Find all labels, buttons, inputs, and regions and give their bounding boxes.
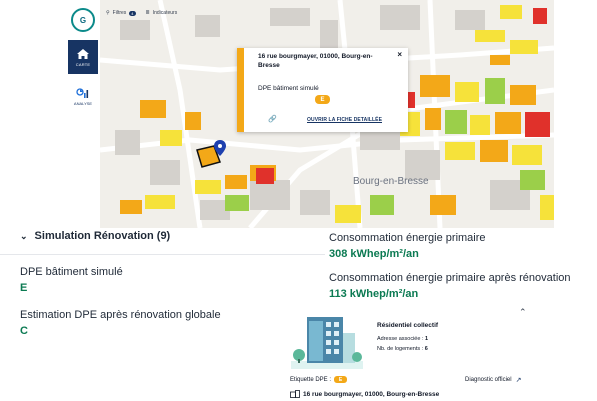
logements-row: Nb. de logements : 6 bbox=[377, 346, 428, 352]
indicators-label: Indicateurs bbox=[152, 10, 178, 16]
estimation-value: C bbox=[20, 325, 28, 337]
external-link-icon: ↗ bbox=[515, 377, 522, 384]
estimation-label: Estimation DPE après rénovation globale bbox=[20, 309, 221, 321]
popup-close-icon[interactable]: × bbox=[397, 50, 402, 59]
building-type: Résidentiel collectif bbox=[377, 322, 439, 329]
adresse-value: 1 bbox=[425, 336, 429, 342]
dpe-simule-label: DPE bâtiment simulé bbox=[20, 266, 123, 278]
app-logo[interactable]: G bbox=[71, 8, 95, 32]
left-rail: G CARTE ANALYSE bbox=[68, 8, 98, 112]
etiquette-label: Etiquette DPE : bbox=[290, 376, 332, 383]
link-icon[interactable]: 🔗 bbox=[268, 115, 277, 123]
filters-label: Filtres bbox=[112, 10, 127, 16]
logements-label: Nb. de logements : bbox=[377, 346, 424, 352]
popup-dpe-badge: E bbox=[315, 95, 330, 104]
building-popup: 16 rue bourgmayer, 01000, Bourg-en-Bress… bbox=[237, 48, 408, 132]
divider bbox=[0, 254, 325, 255]
map-view[interactable]: ⚲ Filtres 4 ≣ Indicateurs Bourg-en-Bress… bbox=[100, 0, 554, 228]
popup-address: 16 rue bourgmayer, 01000, Bourg-en-Bress… bbox=[258, 53, 373, 69]
collapse-card-icon[interactable]: ⌃ bbox=[519, 307, 527, 318]
etiquette-row: Etiquette DPE : E bbox=[290, 376, 348, 383]
card-address-row: 16 rue bourgmayer, 01000, Bourg-en-Bress… bbox=[290, 390, 439, 398]
map-toolbar: ⚲ Filtres 4 ≣ Indicateurs bbox=[106, 6, 177, 20]
building-illustration bbox=[291, 317, 363, 369]
indicators-button[interactable]: ≣ Indicateurs bbox=[146, 10, 178, 16]
map-place-label: Bourg-en-Bresse bbox=[353, 176, 429, 187]
dpe-simule-value: E bbox=[20, 282, 28, 294]
open-detail-link[interactable]: OUVRIR LA FICHE DETAILLÉE bbox=[307, 117, 382, 123]
nav-carte[interactable]: CARTE bbox=[68, 40, 98, 74]
conso-label: Consommation énergie primaire bbox=[329, 232, 486, 244]
nav-analyse[interactable]: ANALYSE bbox=[68, 80, 98, 112]
chevron-down-icon: ⌄ bbox=[20, 230, 28, 241]
card-address: 16 rue bourgmayer, 01000, Bourg-en-Bress… bbox=[303, 390, 440, 398]
diagnostic-link[interactable]: Diagnostic officiel ↗ bbox=[465, 376, 521, 384]
home-icon bbox=[77, 48, 89, 59]
popup-dpe-label: DPE bâtiment simulé bbox=[258, 85, 319, 92]
diagnostic-label: Diagnostic officiel bbox=[465, 377, 512, 383]
filter-icon: ⚲ bbox=[106, 10, 110, 16]
building-icon bbox=[290, 390, 300, 398]
adresse-row: Adresse associée : 1 bbox=[377, 336, 428, 342]
nav-analyse-label: ANALYSE bbox=[73, 100, 93, 106]
chart-icon bbox=[76, 87, 89, 98]
adresse-label: Adresse associée : bbox=[377, 336, 424, 342]
layers-icon: ≣ bbox=[145, 10, 150, 16]
filters-count-badge: 4 bbox=[129, 10, 136, 16]
simulation-title: Simulation Rénovation (9) bbox=[34, 230, 171, 242]
conso-value: 308 kWhep/m²/an bbox=[329, 248, 419, 260]
conso-apres-label: Consommation énergie primaire après réno… bbox=[329, 272, 571, 284]
etiquette-badge: E bbox=[334, 376, 348, 383]
filters-button[interactable]: ⚲ Filtres 4 bbox=[106, 10, 136, 16]
nav-carte-label: CARTE bbox=[75, 61, 91, 67]
simulation-section-header[interactable]: ⌄ Simulation Rénovation (9) bbox=[20, 230, 170, 242]
logements-value: 6 bbox=[424, 346, 428, 352]
conso-apres-value: 113 kWhep/m²/an bbox=[329, 288, 419, 300]
